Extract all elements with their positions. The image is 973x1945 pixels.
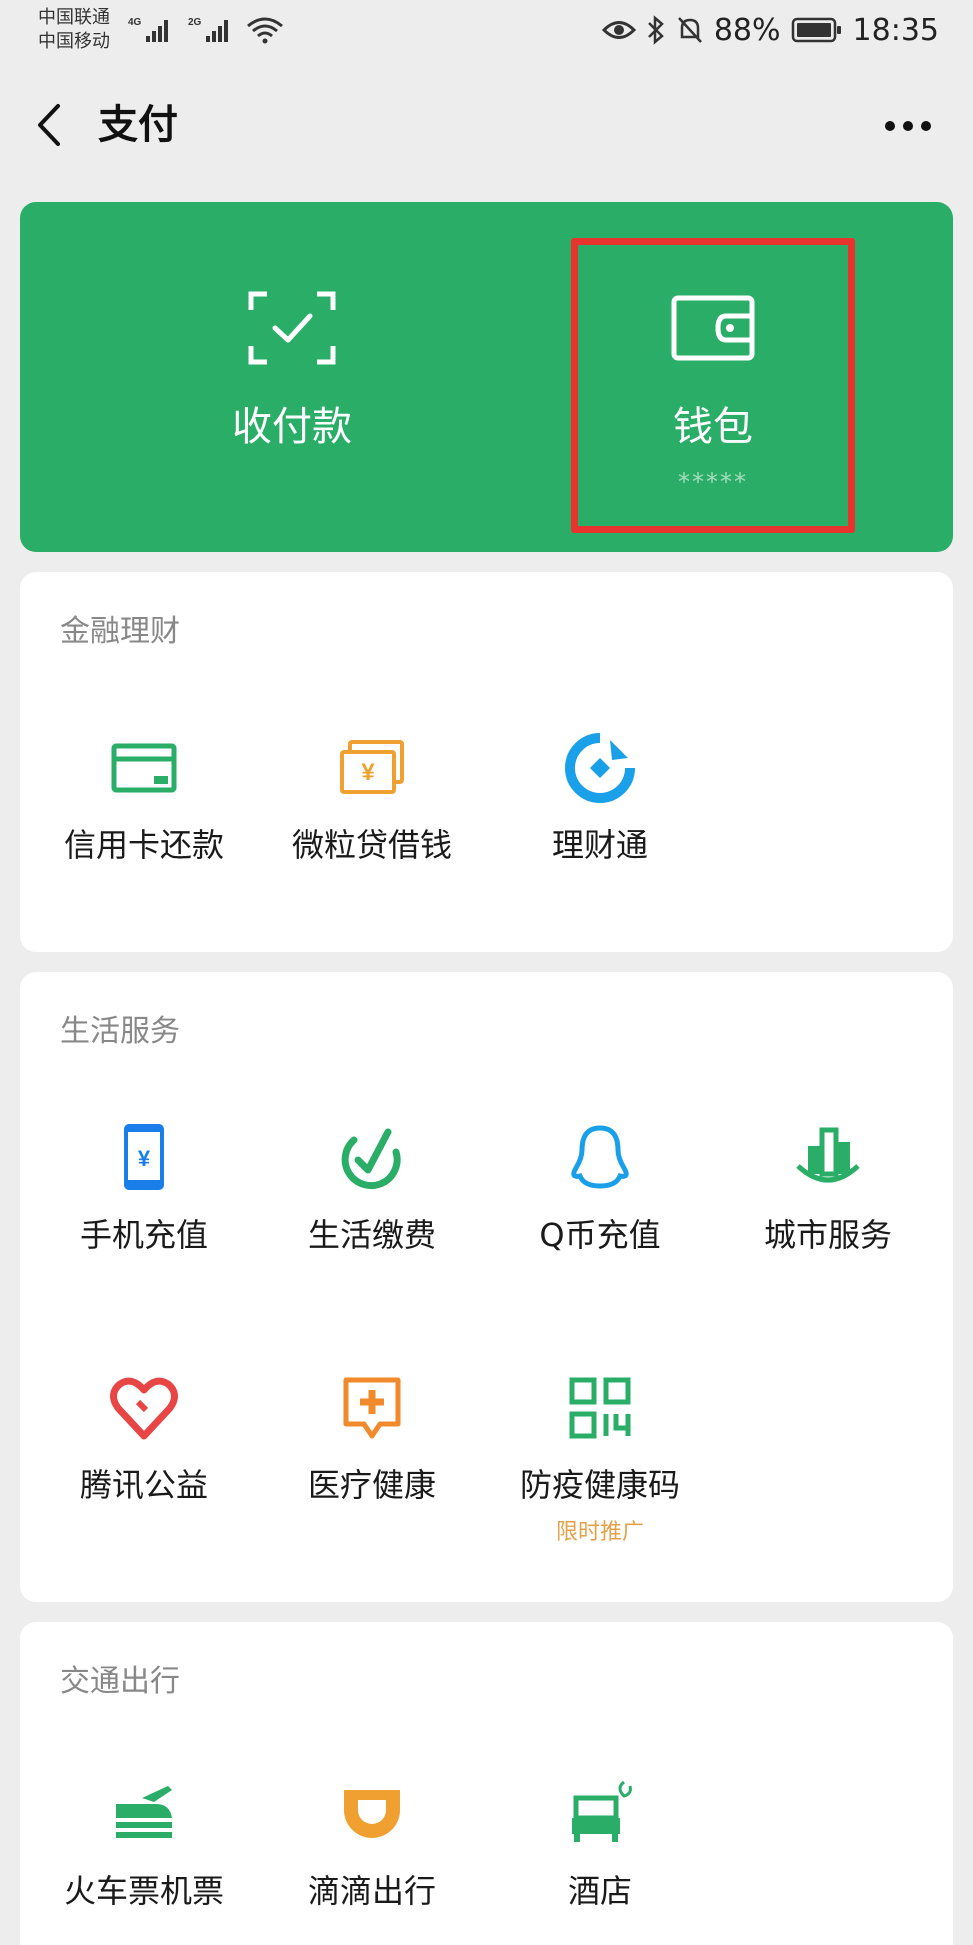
licaitong-icon — [565, 733, 635, 803]
wifi-icon — [247, 17, 283, 44]
more-ellipsis-icon[interactable] — [883, 118, 933, 134]
city-services-item[interactable]: 城市服务 — [714, 1122, 942, 1302]
battery-icon — [791, 17, 841, 43]
scan-check-icon — [248, 291, 336, 365]
credit-card-icon — [111, 743, 177, 793]
carrier-1: 中国联通 — [38, 7, 110, 28]
yuan-bill-icon: ¥ — [340, 740, 404, 794]
didi-icon — [344, 1790, 400, 1838]
tencent-charity-item[interactable]: 腾讯公益 — [30, 1372, 258, 1552]
section-title: 金融理财 — [60, 614, 180, 649]
carrier-labels: 中国联通 中国移动 — [38, 6, 110, 54]
licaitong-item[interactable]: 理财通 — [486, 732, 714, 912]
status-right: 88% 18:35 — [601, 10, 939, 50]
section-transport: 交通出行 火车票机票 滴滴出行 酒店 — [20, 1622, 953, 1945]
back-chevron-icon[interactable] — [32, 100, 72, 150]
utility-pay-item[interactable]: 生活缴费 — [258, 1122, 486, 1302]
credit-card-repay-item[interactable]: 信用卡还款 — [30, 732, 258, 912]
wallet-highlight-box — [571, 238, 855, 533]
qr-code-icon — [569, 1377, 631, 1439]
item-label: 酒店 — [567, 1872, 632, 1910]
signal-icon-2: 2G — [188, 17, 228, 42]
item-label: 城市服务 — [763, 1216, 892, 1254]
nav-bar: 支付 — [0, 62, 973, 190]
medical-health-item[interactable]: 医疗健康 — [258, 1372, 486, 1552]
hotel-item[interactable]: 酒店 — [486, 1778, 714, 1945]
section-life-services: 生活服务 ¥ 手机充值 生活缴费 Q币充值 城市服务 腾讯公益 医疗健康 防疫健… — [20, 972, 953, 1602]
section-title: 交通出行 — [60, 1664, 180, 1699]
weilidai-loan-item[interactable]: ¥ 微粒贷借钱 — [258, 732, 486, 912]
svg-text:¥: ¥ — [361, 759, 375, 786]
item-label: 理财通 — [551, 826, 648, 864]
train-flight-item[interactable]: 火车票机票 — [30, 1778, 258, 1945]
city-buildings-icon — [796, 1127, 860, 1183]
qcoin-recharge-item[interactable]: Q币充值 — [486, 1122, 714, 1302]
phone-recharge-item[interactable]: ¥ 手机充值 — [30, 1122, 258, 1302]
qq-penguin-icon — [571, 1125, 629, 1189]
receive-pay-label: 收付款 — [232, 404, 352, 450]
svg-text:¥: ¥ — [138, 1146, 151, 1171]
bluetooth-icon — [647, 15, 664, 45]
bell-muted-icon — [677, 17, 702, 43]
status-bar: 中国联通 中国移动 4G 2G 88% 18:35 — [0, 0, 973, 62]
carrier-2: 中国移动 — [38, 31, 110, 52]
clock: 18:35 — [852, 12, 939, 48]
phone-yuan-icon: ¥ — [124, 1124, 164, 1190]
section-finance: 金融理财 信用卡还款 ¥ 微粒贷借钱 理财通 — [20, 572, 953, 952]
page-title: 支付 — [98, 102, 178, 148]
pay-card: 收付款 钱包 ***** — [20, 202, 953, 552]
hotel-bed-icon — [572, 1780, 632, 1842]
signal-icon-1: 4G — [128, 17, 168, 42]
train-plane-icon — [116, 1786, 172, 1838]
eye-icon — [601, 21, 636, 39]
medical-chat-icon — [343, 1377, 401, 1439]
receive-pay-button[interactable]: 收付款 — [142, 202, 442, 552]
health-code-item[interactable]: 防疫健康码 限时推广 — [486, 1372, 714, 1552]
network-type-1: 4G — [128, 17, 142, 28]
item-label: 防疫健康码 — [519, 1466, 680, 1504]
didi-item[interactable]: 滴滴出行 — [258, 1778, 486, 1945]
battery-percent: 88% — [713, 12, 781, 48]
section-title: 生活服务 — [60, 1014, 180, 1049]
network-type-2: 2G — [188, 17, 202, 28]
promo-badge: 限时推广 — [555, 1520, 644, 1545]
heart-icon — [110, 1377, 178, 1440]
leaf-check-icon — [341, 1128, 401, 1190]
